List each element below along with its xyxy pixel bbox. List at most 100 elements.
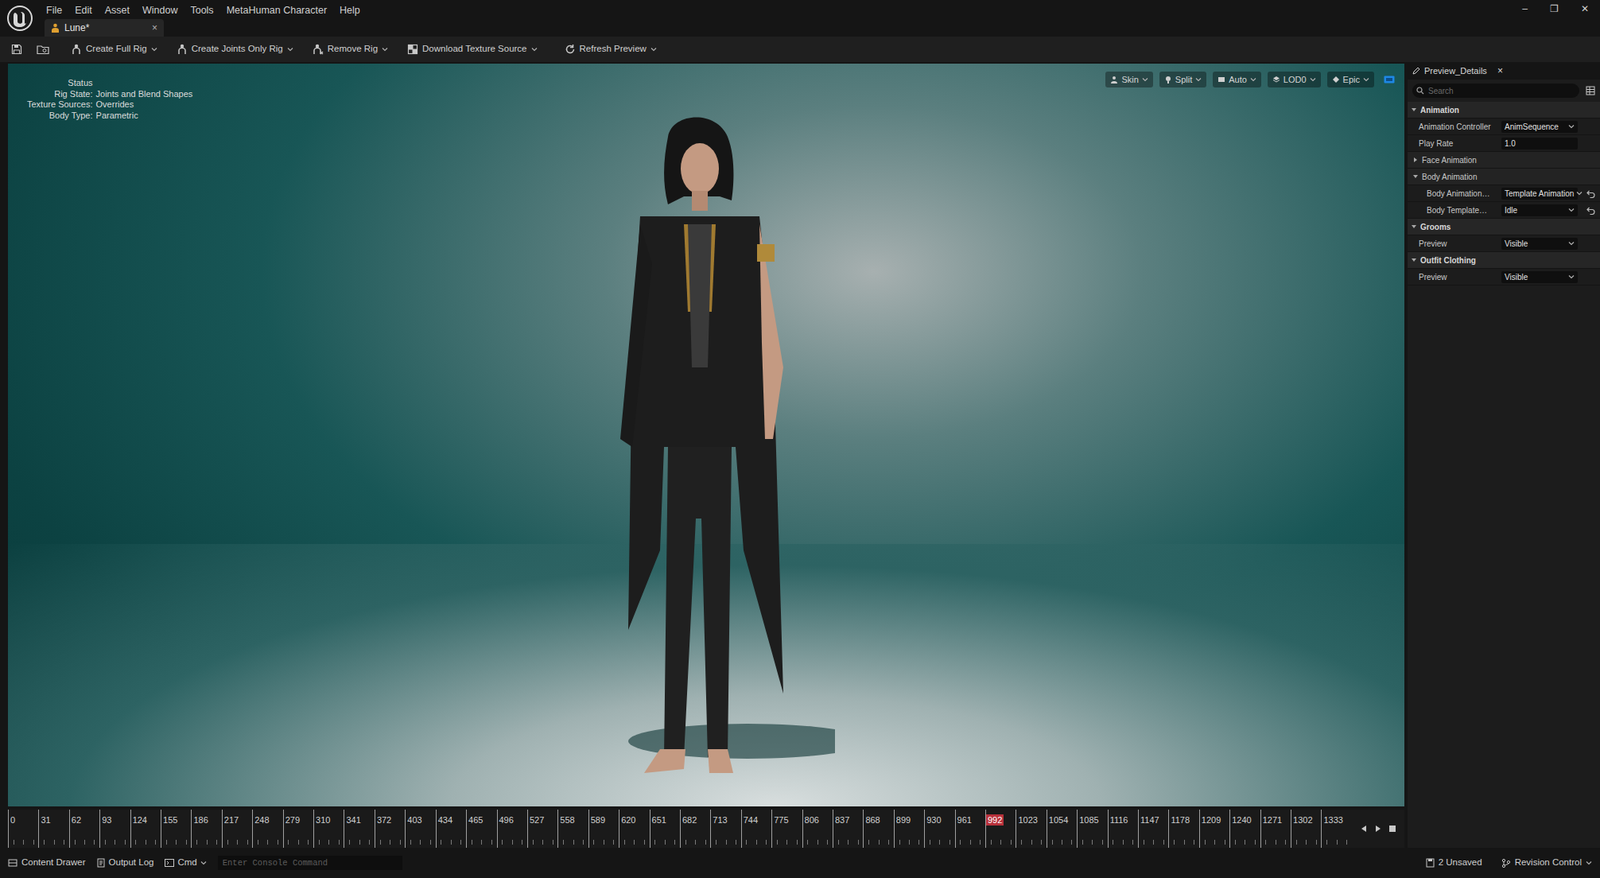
dropdown[interactable]: AnimSequence [1501, 120, 1578, 133]
timeline-ruler[interactable]: 0 31 62 93 124 155 186 217 248 279 310 341 372 403 434… [7, 809, 1352, 848]
property-group[interactable]: Body Animation [1407, 168, 1600, 186]
viewport-option[interactable]: Skin [1105, 71, 1153, 88]
tick-label[interactable]: 961 [955, 814, 974, 826]
timeline[interactable]: 0 31 62 93 124 155 186 217 248 279 310 341 372 403 434… [7, 809, 1405, 848]
toolbar-button[interactable]: Remove Rig [310, 38, 391, 60]
toolbar-button[interactable]: Refresh Preview [562, 38, 660, 60]
search-input[interactable] [1428, 85, 1576, 98]
viewport-option[interactable]: Split [1159, 71, 1207, 88]
reset-icon[interactable] [1586, 189, 1596, 199]
menu-item[interactable]: Edit [68, 3, 99, 18]
menu-item[interactable]: Window [135, 3, 184, 18]
play-button[interactable] [1374, 824, 1383, 833]
dropdown[interactable]: Template Animation [1501, 187, 1578, 200]
tick-label[interactable]: 806 [803, 814, 821, 826]
tick-label[interactable]: 868 [863, 814, 882, 826]
viewport-option[interactable]: Auto [1212, 71, 1262, 88]
tick-label[interactable]: 248 [252, 814, 271, 826]
tick-label[interactable]: 620 [619, 814, 637, 826]
tick-label[interactable]: 1116 [1108, 814, 1131, 826]
tick-label[interactable]: 744 [741, 814, 760, 826]
tick-label[interactable]: 465 [466, 814, 485, 826]
tick-label[interactable]: 837 [833, 814, 851, 826]
toolbar-button[interactable]: Create Full Rig [68, 38, 160, 60]
option-label: Auto [1228, 73, 1247, 87]
content-drawer-button[interactable]: Content Drawer [7, 855, 86, 870]
tick-label[interactable]: 527 [528, 814, 546, 826]
tick-label[interactable]: 899 [894, 814, 913, 826]
tick-label[interactable]: 775 [772, 814, 790, 826]
tick-label[interactable]: 1302 [1291, 814, 1314, 826]
tick-label[interactable]: 930 [924, 814, 943, 826]
previous-frame-button[interactable] [1359, 824, 1368, 833]
tick-label[interactable]: 372 [375, 814, 393, 826]
toolbar-button[interactable]: Create Joints Only Rig [174, 38, 296, 60]
tick-label[interactable]: 1333 [1321, 814, 1344, 826]
revision-control-button[interactable]: Revision Control [1501, 855, 1593, 870]
tick-label[interactable]: 1178 [1168, 814, 1192, 826]
view-options-icon[interactable] [1585, 85, 1596, 96]
document-tab[interactable]: Lune*× [44, 19, 164, 37]
tick-label[interactable]: 403 [405, 814, 424, 826]
tick-label[interactable]: 31 [38, 814, 52, 826]
details-tab[interactable]: Preview_Details× [1407, 62, 1600, 80]
toolbar-button[interactable]: Download Texture Source [404, 38, 540, 60]
tick-label[interactable]: 682 [680, 814, 699, 826]
tick-label[interactable]: 713 [710, 814, 729, 826]
quality-icon [1332, 75, 1340, 84]
tick-label[interactable]: 651 [650, 814, 668, 826]
unsaved-button[interactable]: 2 Unsaved [1425, 855, 1483, 870]
menu-item[interactable]: Help [333, 3, 367, 18]
tick-label[interactable]: 434 [436, 814, 455, 826]
details-close-button[interactable]: × [1497, 63, 1503, 78]
close-button[interactable]: ✕ [1577, 1, 1593, 16]
viewport-option[interactable]: LOD0 [1267, 71, 1321, 88]
tab-close-button[interactable]: × [151, 20, 158, 35]
dropdown[interactable]: Visible [1501, 237, 1578, 250]
tick-label[interactable]: 341 [344, 814, 362, 826]
menu-item[interactable]: MetaHuman Character [220, 3, 334, 18]
menu-item[interactable]: Tools [183, 3, 220, 18]
tick-label[interactable]: 124 [131, 814, 149, 826]
section-header[interactable]: Outfit Clothing [1407, 252, 1600, 269]
dropdown-value: Idle [1504, 204, 1566, 217]
tick-label[interactable]: 496 [497, 814, 516, 826]
tick-label[interactable]: 93 [100, 814, 113, 826]
tick-label[interactable]: 992 [986, 814, 1004, 826]
property-group[interactable]: Face Animation [1407, 151, 1600, 169]
minimize-button[interactable]: – [1518, 1, 1531, 16]
tick-label[interactable]: 1023 [1016, 814, 1039, 826]
restore-button[interactable]: ❐ [1546, 1, 1562, 16]
dropdown[interactable]: Idle [1501, 204, 1578, 217]
output-log-button[interactable]: Output Log [97, 855, 155, 870]
tick-label[interactable]: 558 [558, 814, 576, 826]
tick-label[interactable]: 589 [589, 814, 607, 826]
viewport[interactable]: StatusRig State:Joints and Blend ShapesT… [7, 63, 1405, 807]
menu-item[interactable]: Asset [98, 3, 136, 18]
section-header[interactable]: Animation [1407, 101, 1600, 119]
tick-label[interactable]: 217 [222, 814, 241, 826]
tick-label[interactable]: 62 [69, 814, 83, 826]
console-input[interactable] [217, 855, 403, 870]
reset-icon[interactable] [1586, 205, 1596, 215]
tick-label[interactable]: 1054 [1047, 814, 1070, 826]
tick-label[interactable]: 1147 [1138, 814, 1162, 826]
tick-label[interactable]: 279 [283, 814, 302, 826]
menu-item[interactable]: File [39, 3, 69, 18]
stop-button[interactable] [1388, 824, 1397, 833]
tick-label[interactable]: 1271 [1261, 814, 1284, 826]
tick-label[interactable]: 1085 [1077, 814, 1100, 826]
tick-label[interactable]: 155 [161, 814, 179, 826]
tick-label[interactable]: 1209 [1200, 814, 1223, 826]
number-field[interactable]: 1.0 [1501, 137, 1578, 150]
viewport-option[interactable]: Epic [1327, 71, 1375, 88]
toolbar-label: Create Joints Only Rig [191, 42, 284, 56]
tick-label[interactable]: 0 [8, 814, 17, 826]
cmd-dropdown[interactable]: Cmd [164, 855, 206, 870]
section-header[interactable]: Grooms [1407, 218, 1600, 236]
tick-label[interactable]: 310 [314, 814, 332, 826]
tick-label[interactable]: 1240 [1230, 814, 1253, 826]
search-box[interactable] [1412, 83, 1580, 98]
tick-label[interactable]: 186 [191, 814, 210, 826]
dropdown[interactable]: Visible [1501, 271, 1578, 284]
